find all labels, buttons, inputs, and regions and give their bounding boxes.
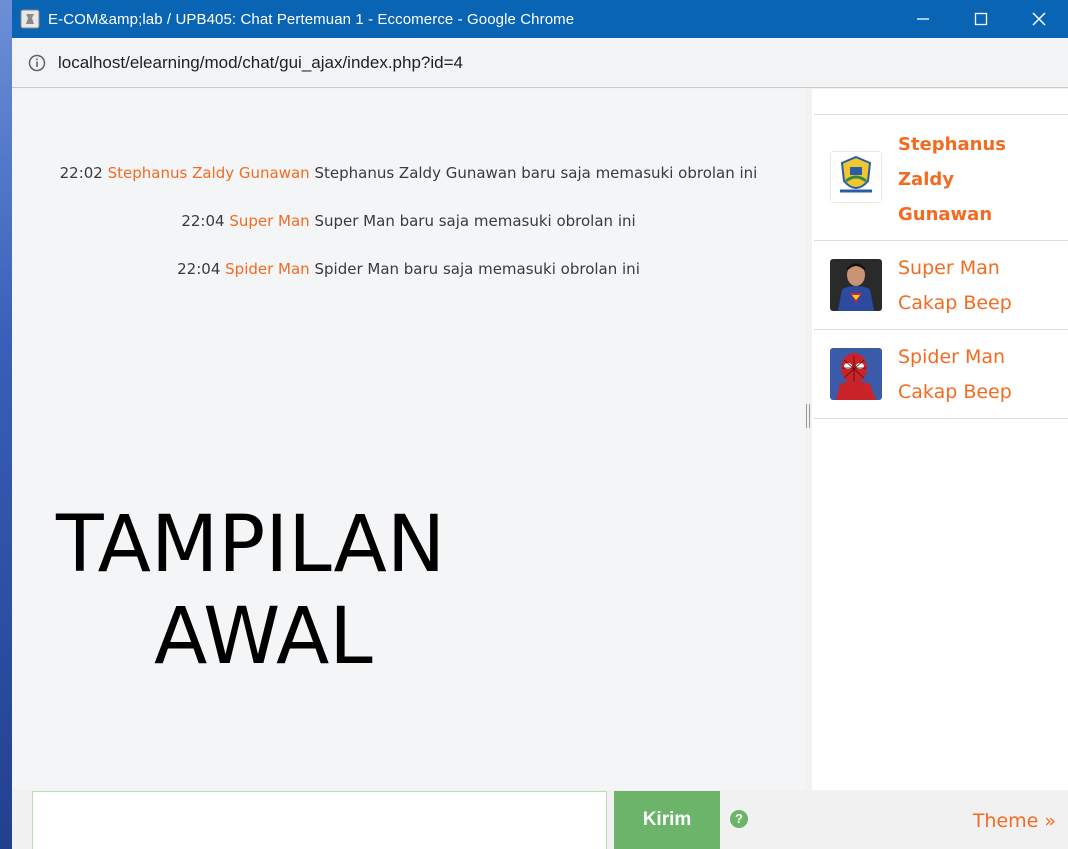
close-icon <box>1032 12 1046 26</box>
users-panel: Stephanus Zaldy Gunawan Super Man Cakap … <box>812 89 1068 790</box>
spiderman-avatar-icon <box>830 348 882 400</box>
beep-link[interactable]: Cakap Beep <box>898 375 1012 410</box>
message-sender: Spider Man <box>225 260 310 278</box>
minimize-button[interactable] <box>894 0 952 38</box>
message-time: 22:04 <box>181 212 225 230</box>
overlay-line-2: AWAL <box>154 592 373 682</box>
message-item: 22:04 Spider Man Spider Man baru saja me… <box>12 257 805 281</box>
message-input-bar: Kirim ? Theme » <box>12 790 1068 849</box>
user-info: Spider Man Cakap Beep <box>898 330 1012 410</box>
message-text: Spider Man baru saja memasuki obrolan in… <box>314 260 640 278</box>
question-circle-icon[interactable]: ? <box>730 810 748 828</box>
message-item: 22:04 Super Man Super Man baru saja mema… <box>12 209 805 233</box>
browser-window: E-COM&amp;lab / UPB405: Chat Pertemuan 1… <box>12 0 1068 849</box>
message-sender: Super Man <box>229 212 310 230</box>
title-bar: E-COM&amp;lab / UPB405: Chat Pertemuan 1… <box>12 0 1068 38</box>
user-name[interactable]: Spider Man <box>898 340 1012 375</box>
users-list: Stephanus Zaldy Gunawan Super Man Cakap … <box>814 114 1068 419</box>
maximize-button[interactable] <box>952 0 1010 38</box>
user-item[interactable]: Spider Man Cakap Beep <box>814 330 1068 419</box>
window-controls <box>894 0 1068 38</box>
app-icon <box>20 9 40 29</box>
window-title: E-COM&amp;lab / UPB405: Chat Pertemuan 1… <box>48 10 575 28</box>
url-text[interactable]: localhost/elearning/mod/chat/gui_ajax/in… <box>58 53 463 73</box>
chat-messages-area: 22:02 Stephanus Zaldy Gunawan Stephanus … <box>12 89 805 790</box>
crest-avatar-icon <box>830 151 882 203</box>
info-icon[interactable] <box>28 54 46 72</box>
close-button[interactable] <box>1010 0 1068 38</box>
minimize-icon <box>917 18 929 20</box>
user-name[interactable]: Stephanus Zaldy Gunawan <box>898 127 1028 232</box>
theme-link[interactable]: Theme » <box>973 810 1056 832</box>
send-button[interactable]: Kirim <box>614 791 720 849</box>
user-info: Stephanus Zaldy Gunawan <box>898 115 1028 232</box>
beep-link[interactable]: Cakap Beep <box>898 286 1012 321</box>
message-item: 22:02 Stephanus Zaldy Gunawan Stephanus … <box>12 161 805 185</box>
superman-avatar-icon <box>830 259 882 311</box>
message-time: 22:02 <box>59 164 103 182</box>
message-list: 22:02 Stephanus Zaldy Gunawan Stephanus … <box>12 161 805 305</box>
slide-overlay-caption: TAMPILAN AWAL <box>12 499 612 683</box>
message-time: 22:04 <box>177 260 221 278</box>
message-sender: Stephanus Zaldy Gunawan <box>107 164 310 182</box>
maximize-icon <box>974 12 988 26</box>
panel-resize-handle[interactable] <box>806 404 810 428</box>
user-name[interactable]: Super Man <box>898 251 1012 286</box>
address-bar[interactable]: localhost/elearning/mod/chat/gui_ajax/in… <box>12 38 1068 88</box>
message-input[interactable] <box>32 791 607 849</box>
message-text: Stephanus Zaldy Gunawan baru saja memasu… <box>314 164 758 182</box>
user-info: Super Man Cakap Beep <box>898 241 1012 321</box>
user-item[interactable]: Super Man Cakap Beep <box>814 241 1068 330</box>
user-item[interactable]: Stephanus Zaldy Gunawan <box>814 115 1068 241</box>
message-text: Super Man baru saja memasuki obrolan ini <box>314 212 636 230</box>
overlay-line-1: TAMPILAN <box>56 500 446 590</box>
